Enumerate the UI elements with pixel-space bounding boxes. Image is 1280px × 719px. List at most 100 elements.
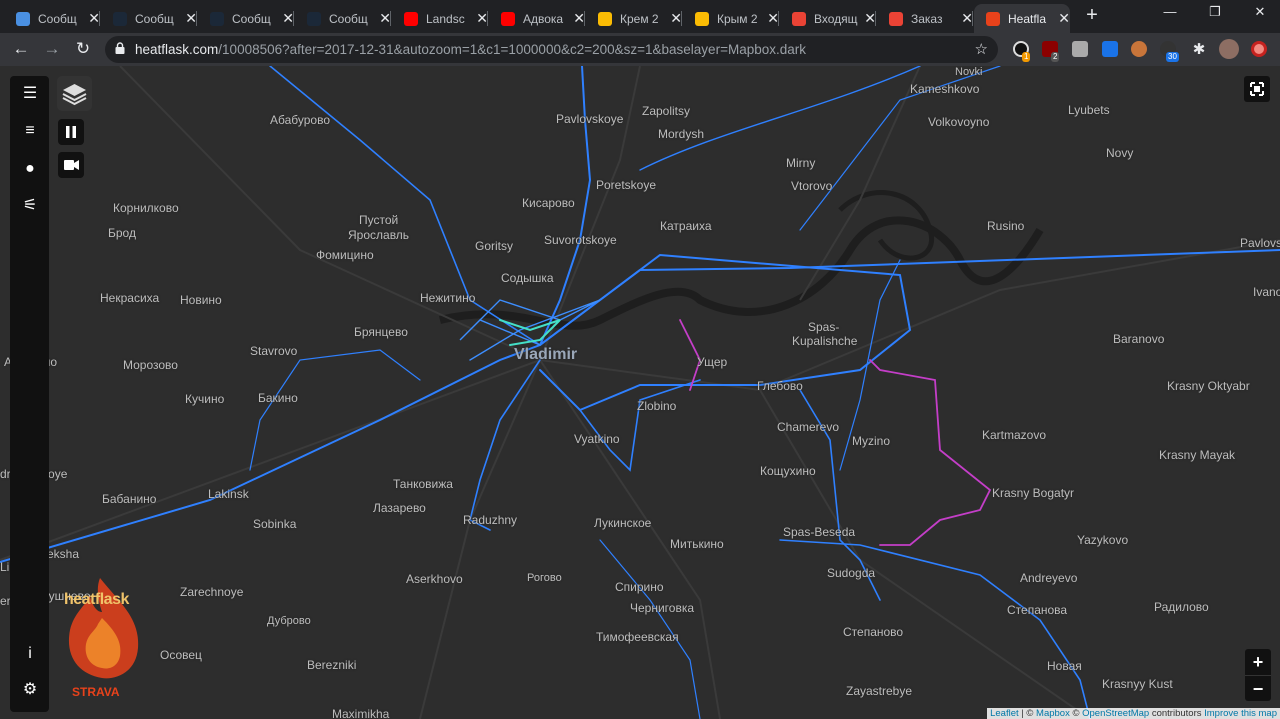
close-tab-icon[interactable]: ✕ [767,10,779,27]
place-label: Krasnyy Kust [1102,677,1173,691]
cookie-icon[interactable] [1131,41,1147,57]
fullscreen-icon[interactable] [1244,76,1270,102]
tab-title: Крым 2 [717,11,758,26]
improve-map-link[interactable]: Improve this map [1204,708,1277,719]
tab-title: Адвока [523,11,564,26]
place-label: Krasny Bogatyr [992,486,1075,500]
menu-icon[interactable]: ☰ [18,82,42,106]
activity-track [539,253,912,412]
tab[interactable]: Крым 2 ✕ [683,4,779,33]
attribution-text: | © [1018,708,1037,719]
back-icon[interactable]: ← [11,39,31,59]
tab[interactable]: Крем 2 ✕ [586,4,682,33]
extension-badge: 1 [1022,52,1031,62]
place-label: Stavrovo [250,344,298,358]
activity-track [269,66,541,346]
tab[interactable]: Заказ ✕ [877,4,973,33]
place-label: Рогово [527,572,562,584]
layers-control-icon[interactable] [57,76,92,111]
close-window-button[interactable]: ✕ [1250,4,1270,20]
new-tab-button[interactable]: + [1081,4,1103,28]
close-tab-icon[interactable]: ✕ [88,10,100,27]
close-tab-icon[interactable]: ✕ [185,10,197,27]
youtube-icon [404,11,418,26]
strava-wordmark: STRAVA [72,685,120,699]
translate-icon[interactable] [1102,41,1118,57]
gear-icon[interactable]: ⚙ [18,678,42,702]
bookmark-star-icon[interactable]: ☆ [975,40,988,58]
close-tab-icon[interactable]: ✕ [670,10,682,27]
info-icon[interactable]: i [18,642,42,666]
zoom-control: + − [1245,649,1271,701]
place-label: Нежитино [420,291,476,305]
youtube-icon [501,11,515,26]
osm-link[interactable]: OpenStreetMap [1082,708,1149,719]
place-label: Новая [1047,659,1082,673]
close-tab-icon[interactable]: ✕ [1058,10,1070,27]
settings-sliders-icon[interactable]: ⚟ [18,194,42,218]
close-tab-icon[interactable]: ✕ [573,10,585,27]
place-label: Suvorotskoye [544,233,617,247]
place-label: Vtorovo [791,179,833,193]
camera-icon[interactable] [1072,41,1088,57]
tab[interactable]: Адвока ✕ [489,4,585,33]
close-tab-icon[interactable]: ✕ [864,10,876,27]
place-label: Радилово [1154,600,1209,614]
record-icon[interactable] [1251,41,1267,57]
puzzle-icon[interactable]: ✱ [1189,40,1209,60]
zoom-in-button[interactable]: + [1245,649,1271,675]
place-label: Ivano [1253,285,1280,299]
place-label: Kartmazovo [982,428,1047,442]
video-capture-icon[interactable] [58,152,84,178]
tab[interactable]: Landsc ✕ [392,4,488,33]
map-canvas[interactable]: Novki Kameshkovo Абабурово Pavlovskoye Zapol… [0,66,1280,719]
place-label: Maximikha [332,707,390,719]
activity-track [249,349,421,471]
tab[interactable]: Сообщ ✕ [198,4,294,33]
activity-list-icon[interactable]: ≡ [18,119,42,143]
forward-icon[interactable]: → [42,39,62,59]
minimize-button[interactable]: — [1160,4,1180,19]
gmail-icon [792,11,806,26]
extension-badge: 30 [1166,52,1179,62]
pause-button[interactable] [58,119,84,145]
place-label: Новино [180,293,222,307]
extension-badge: 2 [1051,52,1060,62]
tab[interactable]: Сообщ ✕ [295,4,391,33]
close-tab-icon[interactable]: ✕ [282,10,294,27]
address-bar[interactable]: heatflask.com/10008506?after=2017-12-31&… [105,36,998,63]
avatar[interactable] [1219,39,1239,59]
tab-title: Сообщ [232,11,271,26]
steam-icon [113,11,127,26]
zoom-out-button[interactable]: − [1245,675,1271,701]
leaflet-link[interactable]: Leaflet [990,708,1019,719]
place-label: Брянцево [354,325,408,339]
heatflask-icon [986,11,1000,26]
tab[interactable]: Heatfla ✕ [974,4,1070,33]
tab[interactable]: Сообщ ✕ [101,4,197,33]
tab[interactable]: Сообщ ✕ [4,4,100,33]
place-label: Корнилково [113,201,179,215]
place-label: Goritsy [475,239,514,253]
place-label: Spas-Beseda [783,525,856,539]
close-tab-icon[interactable]: ✕ [961,10,973,27]
place-label: Myzino [852,434,891,448]
place-label: Pavlovskoye [556,112,624,126]
place-label: Тимофеевская [596,630,679,644]
place-label: Zarechnoye [180,585,244,599]
close-tab-icon[interactable]: ✕ [476,10,488,27]
maximize-button[interactable]: ❐ [1205,4,1225,20]
steam-icon [307,11,321,26]
place-label: Содышка [501,271,554,285]
tab-title: Входящ [814,11,858,26]
user-icon[interactable]: ● [18,157,42,181]
tab[interactable]: Входящ ✕ [780,4,876,33]
place-label: Chamerevo [777,420,840,434]
reload-icon[interactable]: ↻ [73,39,93,59]
tab-title: Heatfla [1008,11,1047,26]
close-tab-icon[interactable]: ✕ [379,10,391,27]
gmail-icon [889,11,903,26]
sidebar: ☰ ≡ ● ⚟ i ⚙ [10,76,49,712]
tab-title: Сообщ [38,11,77,26]
mapbox-link[interactable]: Mapbox [1036,708,1070,719]
